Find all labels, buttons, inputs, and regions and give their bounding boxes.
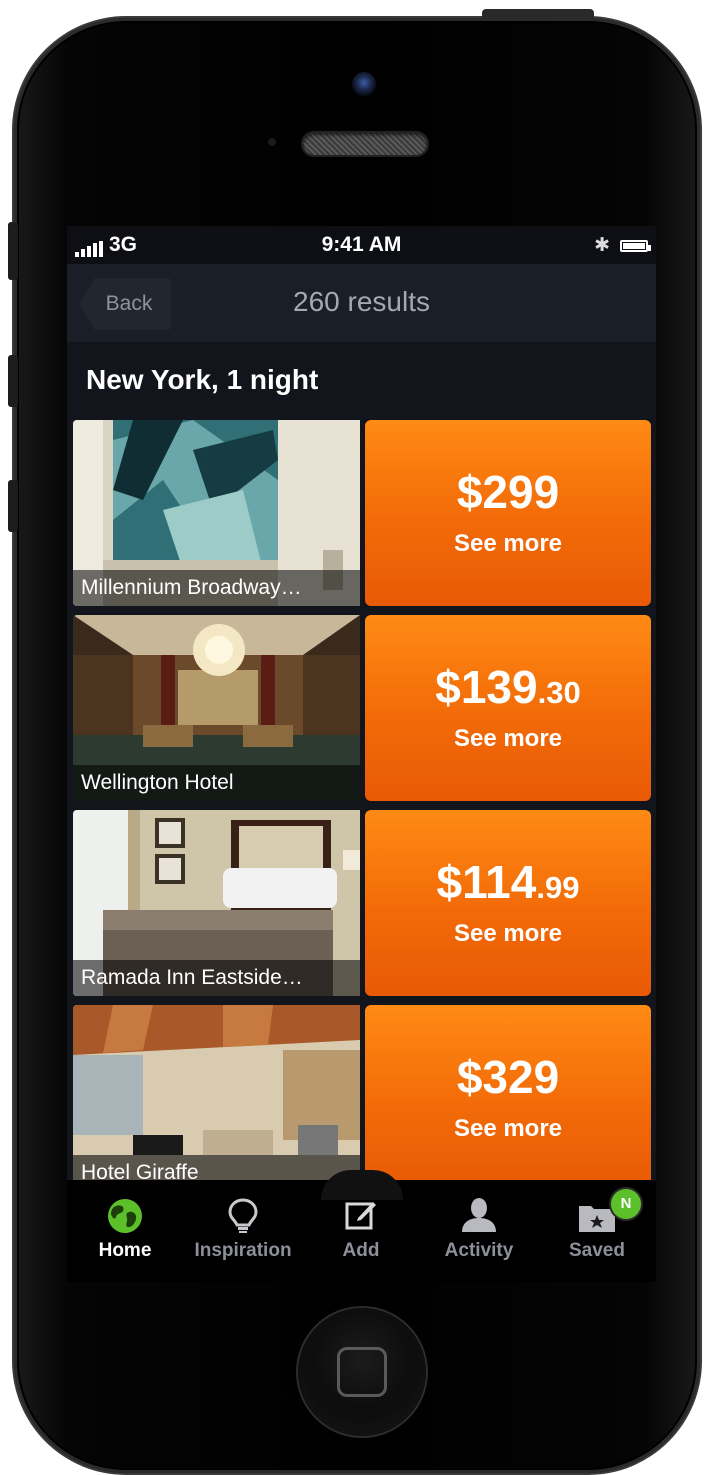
tab-home[interactable]: Home xyxy=(67,1180,183,1280)
tab-activity[interactable]: Activity xyxy=(421,1180,537,1280)
hotel-photo[interactable]: Millennium Broadway… xyxy=(73,420,360,606)
front-camera xyxy=(352,72,376,96)
results-count-title: 260 results xyxy=(293,286,430,317)
see-more-label: See more xyxy=(453,1115,563,1142)
volume-up-button xyxy=(8,355,18,407)
see-more-button[interactable]: $114.99 See more xyxy=(365,810,651,996)
hotel-price: $114.99 xyxy=(436,856,580,908)
hotel-price: $139.30 xyxy=(435,661,581,713)
compose-icon xyxy=(345,1202,376,1230)
tab-saved[interactable]: N Saved xyxy=(539,1180,655,1280)
app-screen: 3G 9:41 AM ✱ Back 260 results New York, … xyxy=(67,226,656,1184)
hotel-photo[interactable]: Hotel Giraffe xyxy=(73,1005,360,1184)
search-summary-heading: New York, 1 night xyxy=(86,364,319,395)
tab-label: Add xyxy=(342,1240,380,1261)
see-more-label: See more xyxy=(453,530,563,557)
status-bar: 3G 9:41 AM ✱ xyxy=(67,226,656,264)
new-badge: N xyxy=(611,1189,641,1219)
hotel-price: $329 xyxy=(456,1051,560,1103)
see-more-button[interactable]: $329 See more xyxy=(365,1005,651,1184)
globe-icon xyxy=(108,1199,142,1233)
bluetooth-icon: ✱ xyxy=(594,235,610,256)
tab-add[interactable]: Add xyxy=(303,1180,419,1280)
hotel-price: $299 xyxy=(456,466,560,518)
navigation-bar: Back 260 results xyxy=(67,264,656,342)
battery-icon xyxy=(620,239,651,252)
mute-switch xyxy=(8,222,18,280)
see-more-button[interactable]: $299 See more xyxy=(365,420,651,606)
hotel-card[interactable]: Wellington Hotel $139.30 See more xyxy=(73,615,651,801)
hotel-name: Millennium Broadway… xyxy=(73,570,360,606)
see-more-label: See more xyxy=(453,725,563,752)
see-more-label: See more xyxy=(453,920,563,947)
proximity-sensor xyxy=(268,138,276,146)
status-time: 9:41 AM xyxy=(321,233,402,256)
person-icon xyxy=(462,1198,496,1232)
home-button[interactable] xyxy=(298,1308,426,1436)
hotel-card[interactable]: Ramada Inn Eastside… $114.99 See more xyxy=(73,810,651,996)
hotel-card[interactable]: Millennium Broadway… $299 See more xyxy=(73,420,651,606)
lightbulb-icon xyxy=(228,1198,258,1233)
hotel-photo[interactable]: Ramada Inn Eastside… xyxy=(73,810,360,996)
hotel-photo[interactable]: Wellington Hotel xyxy=(73,615,360,801)
tab-label: Home xyxy=(98,1240,152,1261)
home-square-icon xyxy=(337,1347,387,1397)
power-button xyxy=(482,9,594,21)
hotel-name: Ramada Inn Eastside… xyxy=(73,960,360,996)
tab-inspiration[interactable]: Inspiration xyxy=(185,1180,301,1280)
earpiece-speaker xyxy=(303,133,427,155)
volume-down-button xyxy=(8,480,18,532)
see-more-button[interactable]: $139.30 See more xyxy=(365,615,651,801)
tab-label: Saved xyxy=(569,1240,625,1261)
tab-bar: Home Inspiration Add Activity N Saved xyxy=(67,1170,656,1282)
hotel-name: Wellington Hotel xyxy=(73,765,360,801)
tab-label: Inspiration xyxy=(194,1240,292,1261)
hotel-card[interactable]: Hotel Giraffe $329 See more xyxy=(73,1005,651,1184)
tab-label: Activity xyxy=(444,1240,514,1261)
